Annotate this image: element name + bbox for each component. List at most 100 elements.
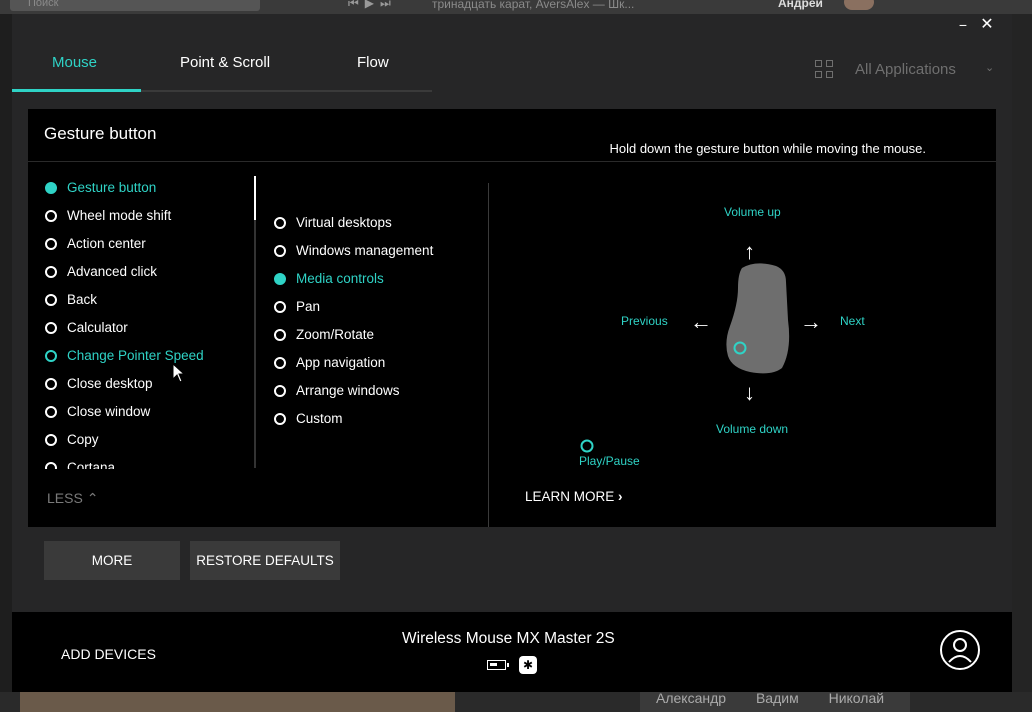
- applications-label: All Applications: [855, 61, 956, 78]
- more-button[interactable]: MORE: [44, 541, 180, 580]
- tab-point-scroll[interactable]: Point & Scroll: [180, 54, 270, 71]
- panel-column-divider: [488, 183, 489, 527]
- learn-more-link[interactable]: LEARN MORE ›: [525, 489, 623, 504]
- list-item-label: Media controls: [296, 271, 384, 286]
- list-item-label: Action center: [67, 236, 146, 251]
- list-item-label: Change Pointer Speed: [67, 348, 204, 363]
- background-track: тринадцать карат, AversAlex — Шк...: [432, 0, 635, 11]
- radio-icon: [274, 217, 286, 229]
- panel-divider: [28, 161, 996, 162]
- less-toggle[interactable]: LESS ⌃: [47, 490, 98, 507]
- gesture-right-label: Next: [840, 314, 865, 328]
- minimize-button[interactable]: −: [952, 14, 974, 38]
- background-bottom: Александр Вадим Николай: [0, 690, 1032, 712]
- profile-button[interactable]: [940, 630, 980, 670]
- chevron-down-icon: ⌄: [985, 62, 995, 74]
- arrow-right-icon: →: [800, 309, 822, 334]
- gesture-settings-panel: Gesture button Hold down the gesture but…: [28, 109, 996, 527]
- list-item-label: Zoom/Rotate: [296, 327, 375, 342]
- battery-icon: [487, 660, 509, 670]
- list-item-label: Cortana: [67, 460, 116, 469]
- radio-icon: [45, 238, 57, 250]
- action-list-scrollbar[interactable]: [254, 176, 256, 468]
- background-right: [1012, 14, 1032, 712]
- radio-icon: [45, 434, 57, 446]
- chevron-up-icon: ⌃: [86, 490, 99, 506]
- background-taskbar: Поиск ⏮▶⏭ тринадцать карат, AversAlex — …: [0, 0, 1032, 14]
- radio-icon: [45, 378, 57, 390]
- tab-bar: Mouse Point & Scroll Flow: [12, 44, 432, 92]
- radio-icon: [45, 350, 57, 362]
- list-item-label: Calculator: [67, 320, 128, 335]
- tab-mouse[interactable]: Mouse: [52, 54, 97, 71]
- panel-title: Gesture button: [44, 124, 157, 143]
- active-tab-indicator: [12, 89, 141, 92]
- list-item-label: Back: [67, 292, 98, 307]
- panel-hint: Hold down the gesture button while movin…: [609, 141, 926, 156]
- background-avatar: [844, 0, 874, 10]
- radio-icon: [45, 406, 57, 418]
- background-name: Вадим: [755, 690, 799, 706]
- scrollbar-thumb[interactable]: [254, 176, 256, 220]
- list-item-label: Close desktop: [67, 376, 153, 391]
- gesture-mode-list: Virtual desktops Windows management Medi…: [273, 214, 483, 434]
- list-item-label: Advanced click: [67, 264, 158, 279]
- tab-flow[interactable]: Flow: [357, 54, 389, 71]
- radio-icon: [45, 322, 57, 334]
- background-name: Александр: [656, 690, 727, 706]
- background-search: Поиск: [10, 0, 260, 11]
- background-name: Николай: [828, 690, 885, 706]
- radio-icon: [274, 357, 286, 369]
- list-item-label: App navigation: [296, 355, 386, 370]
- list-item-label: Custom: [296, 411, 343, 426]
- background-names: Александр Вадим Николай: [656, 690, 910, 706]
- grid-icon: [815, 60, 835, 80]
- radio-icon: [274, 385, 286, 397]
- radio-icon: [45, 210, 57, 222]
- mouse-cursor-icon: [172, 363, 186, 383]
- action-list[interactable]: Gesture button Wheel mode shift Action c…: [44, 177, 259, 469]
- radio-icon: [45, 462, 57, 469]
- list-item-label: Windows management: [296, 243, 434, 258]
- list-item-label: Virtual desktops: [296, 215, 392, 230]
- gesture-down-label: Volume down: [716, 422, 789, 436]
- radio-icon: [274, 273, 286, 285]
- footer-bar: ADD DEVICES Wireless Mouse MX Master 2S …: [12, 612, 1012, 692]
- restore-defaults-button[interactable]: RESTORE DEFAULTS: [190, 541, 340, 580]
- list-item-label: Arrange windows: [296, 383, 400, 398]
- gesture-up-label: Volume up: [724, 205, 781, 219]
- close-button[interactable]: ✕: [976, 14, 998, 38]
- click-circle-icon: [580, 439, 594, 453]
- radio-icon: [274, 245, 286, 257]
- applications-dropdown[interactable]: All Applications ⌄: [815, 58, 1005, 82]
- background-user: Андрей: [778, 0, 823, 10]
- arrow-left-icon: ←: [690, 309, 712, 334]
- background-left: [0, 14, 12, 712]
- gesture-diagram: Volume up ↑ Previous ← → Next ↓ Volume d…: [498, 184, 988, 484]
- learn-more-label: LEARN MORE: [525, 489, 615, 504]
- logitech-options-window: − ✕ Mouse Point & Scroll Flow All Applic…: [12, 14, 1012, 692]
- bluetooth-icon: ✱: [519, 656, 537, 674]
- gesture-click-label: Play/Pause: [579, 454, 640, 468]
- radio-icon: [274, 301, 286, 313]
- list-item-label: Close window: [67, 404, 151, 419]
- list-item-label: Wheel mode shift: [67, 208, 172, 223]
- user-icon: [948, 638, 972, 663]
- radio-icon: [274, 329, 286, 341]
- list-item-label: Copy: [67, 432, 99, 447]
- background-media-controls: ⏮▶⏭: [348, 0, 397, 10]
- radio-icon: [45, 266, 57, 278]
- list-item-label: Gesture button: [67, 180, 157, 195]
- device-status: ✱: [487, 656, 547, 674]
- list-item-label: Pan: [296, 299, 321, 314]
- device-name: Wireless Mouse MX Master 2S: [402, 630, 615, 647]
- radio-icon: [45, 182, 57, 194]
- mouse-shape: [726, 263, 790, 374]
- add-devices-button[interactable]: ADD DEVICES: [61, 646, 156, 662]
- chevron-right-icon: ›: [618, 489, 623, 504]
- less-label: LESS: [47, 490, 83, 506]
- gesture-left-label: Previous: [621, 314, 668, 328]
- radio-icon: [45, 294, 57, 306]
- arrow-down-icon: ↓: [744, 380, 755, 405]
- radio-icon: [274, 413, 286, 425]
